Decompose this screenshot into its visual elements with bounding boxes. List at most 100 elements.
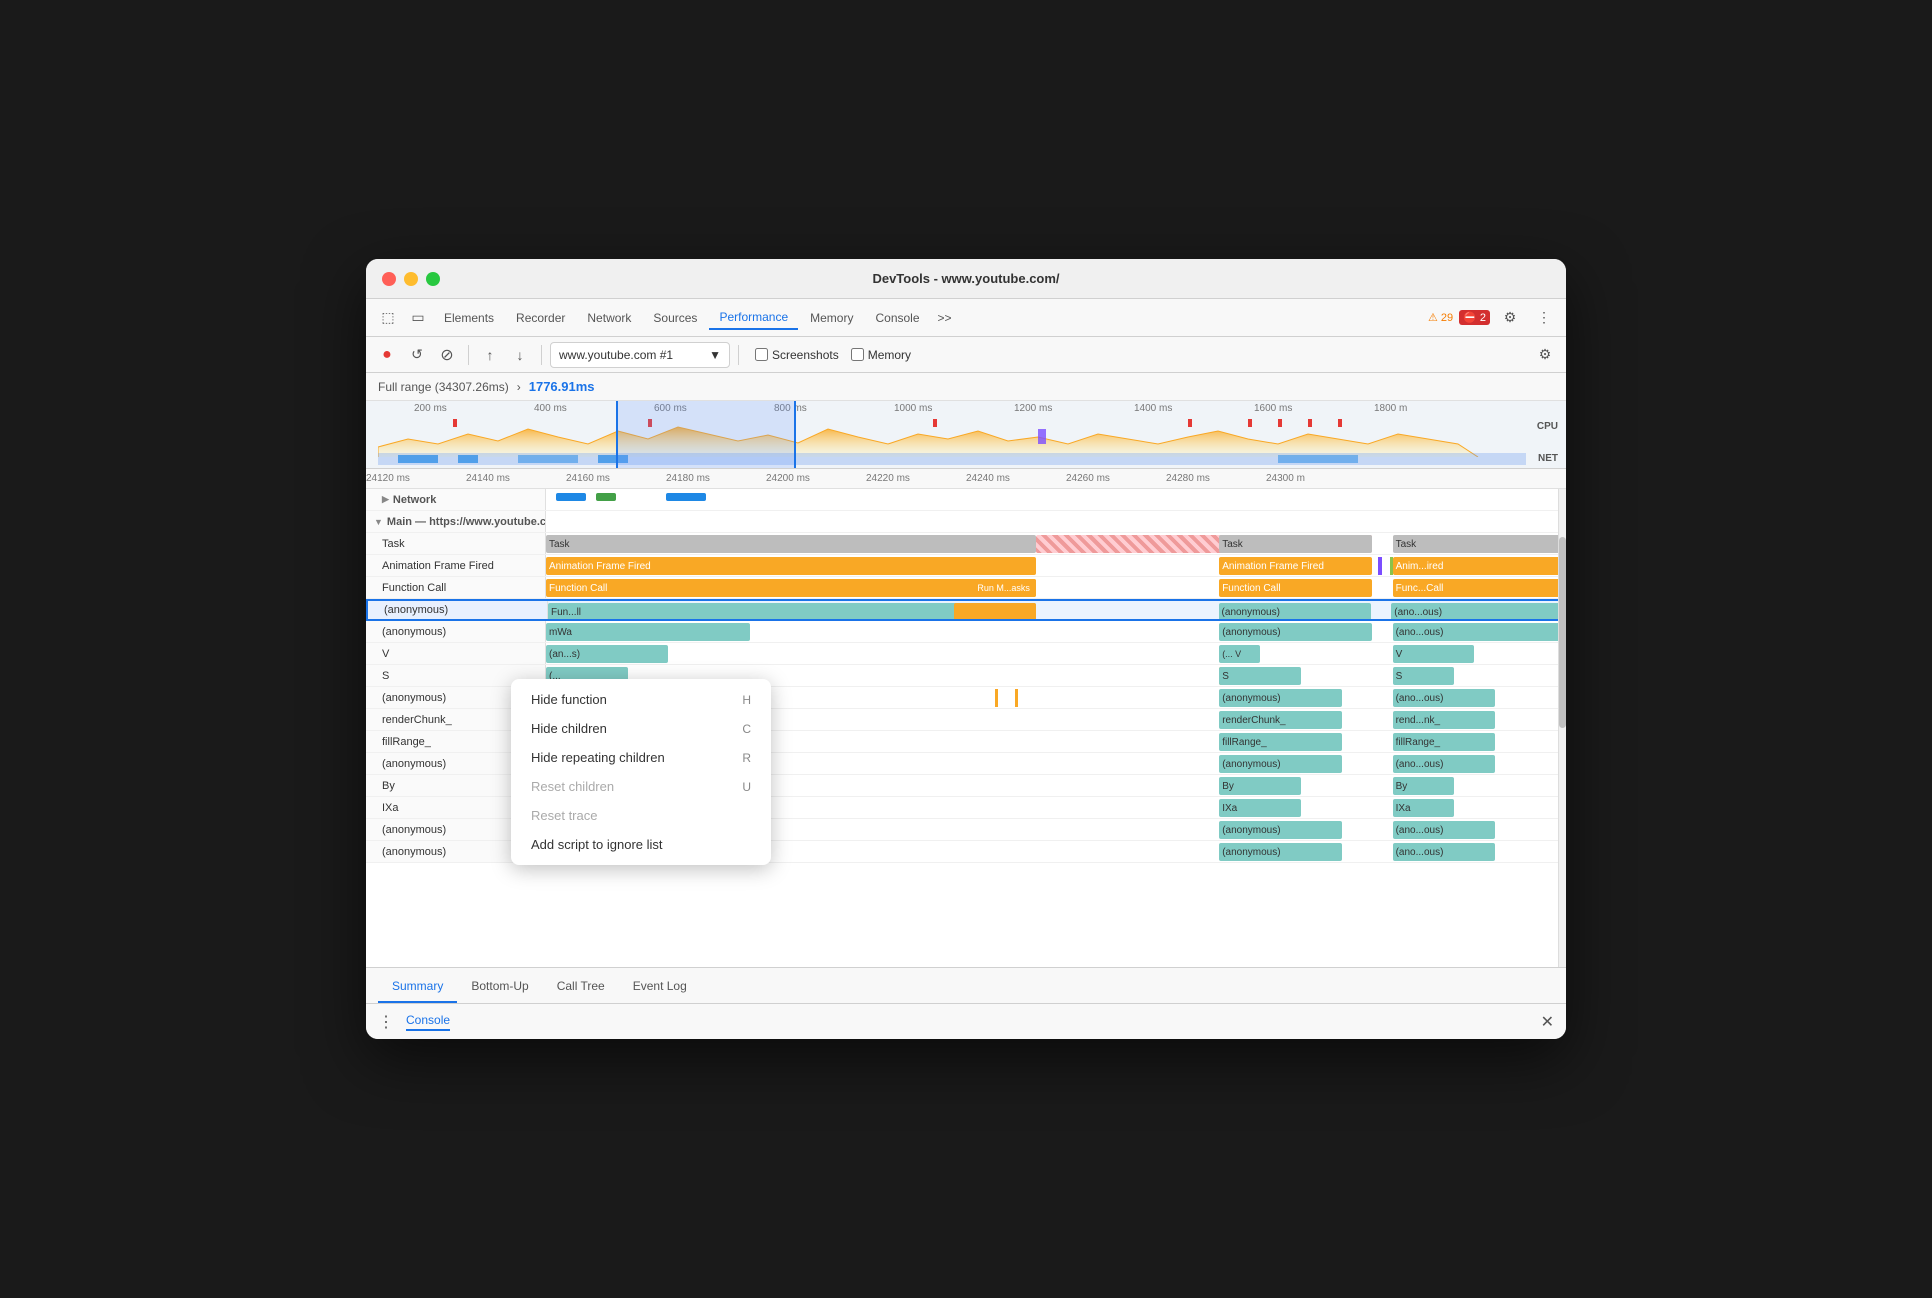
tab-recorder[interactable]: Recorder [506, 307, 575, 329]
anon-row-selected[interactable]: (anonymous) Fun...ll (anonymous) (ano...… [366, 599, 1566, 621]
tab-performance[interactable]: Performance [709, 306, 798, 330]
anon5-bar: (anonymous) [1219, 821, 1341, 839]
select-element-icon[interactable]: ⬚ [374, 304, 402, 332]
task-label: Task [366, 533, 546, 554]
titlebar: DevTools - www.youtube.com/ [366, 259, 1566, 299]
network-track-content [546, 489, 1566, 510]
close-button[interactable] [382, 272, 396, 286]
anon6-bar-2: (ano...ous) [1393, 843, 1495, 861]
ms-tick-3: 24180 ms [666, 473, 710, 484]
console-close-icon[interactable]: ✕ [1537, 1008, 1558, 1036]
main-header-content [546, 511, 1566, 532]
error-badge[interactable]: ⛔ 2 [1459, 310, 1490, 325]
menu-hide-function[interactable]: Hide function H [511, 685, 771, 714]
anon2-bar-3: (ano...ous) [1393, 623, 1566, 641]
v-row[interactable]: V (an...s) (... V V [366, 643, 1566, 665]
url-select[interactable]: www.youtube.com #1 ▼ [550, 342, 730, 368]
ms-tick-1: 24140 ms [466, 473, 510, 484]
full-range-text: Full range (34307.26ms) [378, 380, 509, 394]
purple-indicator [1378, 557, 1382, 575]
anon-label-selected: (anonymous) [368, 601, 548, 619]
tab-memory[interactable]: Memory [800, 307, 863, 329]
range-highlight: 1776.91ms [529, 379, 595, 394]
main-toggle[interactable]: ▼ [374, 517, 383, 527]
tab-event-log[interactable]: Event Log [619, 971, 701, 1003]
anon-content-2: mWa (anonymous) (ano...ous) [546, 621, 1566, 642]
by-bar: By [1219, 777, 1301, 795]
window-title: DevTools - www.youtube.com/ [872, 271, 1059, 286]
tab-network[interactable]: Network [577, 307, 641, 329]
more-options-icon[interactable]: ⋮ [1530, 304, 1558, 332]
func-row[interactable]: Function Call Function Call Run M...asks… [366, 577, 1566, 599]
settings-icon[interactable]: ⚙ [1496, 304, 1524, 332]
scrollbar-thumb[interactable] [1559, 537, 1566, 728]
divider-1 [468, 345, 469, 365]
record-button[interactable]: ● [374, 342, 400, 368]
maximize-button[interactable] [426, 272, 440, 286]
tick-400: 400 ms [534, 403, 567, 414]
menu-hide-repeating-shortcut: R [742, 751, 751, 765]
screenshots-checkbox[interactable] [755, 348, 768, 361]
anon-bar-3: (ano...ous) [1391, 603, 1564, 619]
scrollbar[interactable] [1558, 489, 1566, 967]
tab-more[interactable]: >> [932, 307, 958, 329]
menu-reset-trace-label: Reset trace [531, 808, 597, 823]
range-bar: Full range (34307.26ms) › 1776.91ms [366, 373, 1566, 401]
anon-row-2[interactable]: (anonymous) mWa (anonymous) (ano...ous) [366, 621, 1566, 643]
main-label: Main — https://www.youtube.com/ [387, 516, 546, 528]
func-content: Function Call Run M...asks Function Call… [546, 577, 1566, 598]
clear-button[interactable]: ⊘ [434, 342, 460, 368]
network-track[interactable]: ▶ Network [366, 489, 1566, 511]
network-toggle[interactable]: ▶ [382, 494, 389, 505]
anim-content: Animation Frame Fired Animation Frame Fi… [546, 555, 1566, 576]
func-bar-3: Func...Call [1393, 579, 1566, 597]
capture-settings-icon[interactable]: ⚙ [1532, 342, 1558, 368]
upload-button[interactable]: ↑ [477, 342, 503, 368]
warning-badge[interactable]: ⚠ 29 [1428, 311, 1453, 324]
tab-elements[interactable]: Elements [434, 307, 504, 329]
tick-1400: 1400 ms [1134, 403, 1172, 414]
tab-call-tree[interactable]: Call Tree [543, 971, 619, 1003]
tick-1800: 1800 m [1374, 403, 1407, 414]
anim-label: Animation Frame Fired [366, 555, 546, 576]
download-button[interactable]: ↓ [507, 342, 533, 368]
device-icon[interactable]: ▭ [404, 304, 432, 332]
v-bar-2: (... V [1219, 645, 1260, 663]
reload-button[interactable]: ↺ [404, 342, 430, 368]
func-label: Function Call [366, 577, 546, 598]
green-indicator [1390, 557, 1393, 575]
fill-bar-2: fillRange_ [1393, 733, 1495, 751]
error-icon: ⛔ [1463, 311, 1477, 324]
divider-2 [541, 345, 542, 365]
window-controls [382, 272, 440, 286]
menu-hide-repeating[interactable]: Hide repeating children R [511, 743, 771, 772]
menu-hide-children[interactable]: Hide children C [511, 714, 771, 743]
s-bar-3: S [1393, 667, 1454, 685]
anim-row[interactable]: Animation Frame Fired Animation Frame Fi… [366, 555, 1566, 577]
task-row[interactable]: Task Task Task Task [366, 533, 1566, 555]
timeline-overview[interactable]: 200 ms 400 ms 600 ms 800 ms 1000 ms 1200… [366, 401, 1566, 469]
memory-checkbox[interactable] [851, 348, 864, 361]
tab-sources[interactable]: Sources [643, 307, 707, 329]
console-label[interactable]: Console [406, 1013, 450, 1031]
url-text: www.youtube.com #1 [559, 348, 673, 362]
tab-console[interactable]: Console [865, 307, 929, 329]
anim-bar-2: Animation Frame Fired [1219, 557, 1372, 575]
timeline-main: 24120 ms 24140 ms 24160 ms 24180 ms 2420… [366, 469, 1566, 967]
menu-add-ignore[interactable]: Add script to ignore list [511, 830, 771, 859]
anon5-bar-2: (ano...ous) [1393, 821, 1495, 839]
minimize-button[interactable] [404, 272, 418, 286]
tab-summary[interactable]: Summary [378, 971, 457, 1003]
memory-checkbox-group: Memory [851, 348, 911, 362]
ixa-bar: IXa [1219, 799, 1301, 817]
v-bar-1: (an...s) [546, 645, 668, 663]
tab-bottom-up[interactable]: Bottom-Up [457, 971, 542, 1003]
anon4-bar: (anonymous) [1219, 755, 1341, 773]
ms-tick-4: 24200 ms [766, 473, 810, 484]
tick-1000: 1000 ms [894, 403, 932, 414]
anon-content-selected: Fun...ll (anonymous) (ano...ous) [548, 601, 1564, 619]
menu-hide-children-label: Hide children [531, 721, 607, 736]
console-more-icon[interactable]: ⋮ [374, 1008, 398, 1036]
timeline-selection[interactable] [616, 401, 796, 468]
anon-label-2: (anonymous) [366, 621, 546, 642]
